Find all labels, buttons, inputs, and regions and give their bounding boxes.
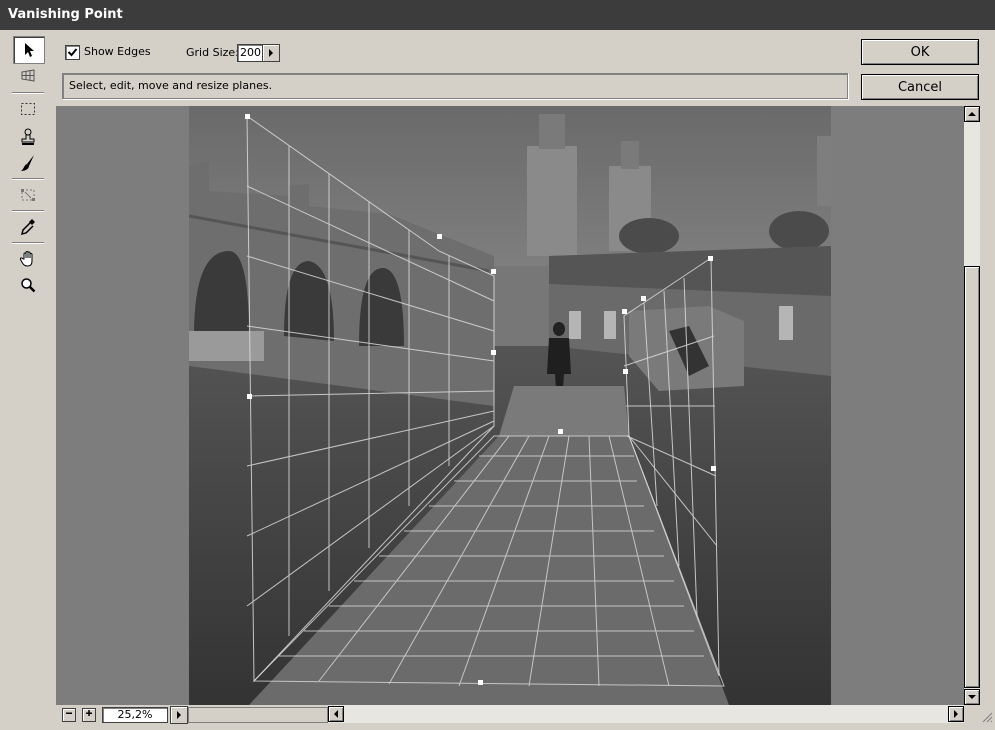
- vanishing-point-dialog: Vanishing Point Show Edges Grid Size: 20…: [0, 0, 995, 730]
- tool-palette: [10, 36, 46, 726]
- scene-illustration: [189, 106, 831, 705]
- grid-size-label: Grid Size:: [186, 46, 239, 59]
- hand-icon: [19, 250, 33, 267]
- status-text: Select, edit, move and resize planes.: [69, 79, 273, 92]
- arrow-up-icon: [968, 112, 976, 116]
- triangle-right-icon: [177, 711, 181, 719]
- zoom-tool[interactable]: [13, 272, 43, 298]
- title-bar: Vanishing Point: [0, 0, 995, 30]
- zoom-dropdown-button[interactable]: [170, 706, 188, 724]
- photo-preview[interactable]: [189, 106, 831, 705]
- horizontal-scroll-track[interactable]: [188, 707, 328, 723]
- edit-plane-tool[interactable]: [13, 36, 45, 64]
- minus-icon: [66, 712, 72, 714]
- vertical-scroll-thumb[interactable]: [964, 266, 980, 688]
- cancel-button[interactable]: Cancel: [861, 74, 979, 100]
- horizontal-scrollbar[interactable]: [328, 705, 964, 723]
- checkmark-icon: [67, 48, 78, 57]
- create-plane-tool[interactable]: [13, 63, 43, 89]
- arrow-left-icon: [334, 710, 338, 718]
- marquee-icon: [21, 103, 35, 115]
- eyedropper-icon: [20, 219, 35, 236]
- resize-grip[interactable]: [980, 706, 994, 724]
- plus-icon: [86, 710, 92, 716]
- arrow-select-icon: [25, 43, 34, 57]
- scroll-up-button[interactable]: [964, 106, 980, 122]
- brush-tool[interactable]: [13, 150, 43, 176]
- show-edges-checkbox[interactable]: [65, 45, 80, 60]
- window-title: Vanishing Point: [8, 7, 123, 22]
- transform-icon: [21, 189, 35, 201]
- resize-grip-icon: [982, 712, 993, 723]
- marquee-tool[interactable]: [13, 96, 43, 122]
- vertical-scrollbar[interactable]: [964, 106, 980, 705]
- create-plane-icon: [21, 69, 35, 82]
- arrow-down-icon: [968, 695, 976, 699]
- show-edges-label: Show Edges: [84, 45, 151, 58]
- grid-size-input[interactable]: 200: [237, 44, 263, 62]
- grid-size-dropdown-button[interactable]: [262, 44, 280, 62]
- stamp-tool[interactable]: [13, 124, 43, 150]
- eyedropper-tool[interactable]: [13, 214, 43, 240]
- preview-canvas[interactable]: [56, 106, 964, 705]
- transform-tool[interactable]: [13, 182, 43, 208]
- ok-button[interactable]: OK: [861, 39, 979, 65]
- status-bar: Select, edit, move and resize planes.: [62, 73, 848, 99]
- zoom-bar: 25,2%: [56, 705, 980, 724]
- brush-icon: [21, 155, 34, 171]
- zoom-icon: [21, 278, 36, 293]
- scroll-left-button[interactable]: [328, 706, 344, 722]
- zoom-in-button[interactable]: [82, 708, 96, 722]
- zoom-out-button[interactable]: [62, 708, 76, 722]
- hand-tool[interactable]: [13, 246, 43, 272]
- zoom-level-field[interactable]: 25,2%: [102, 707, 168, 723]
- scroll-down-button[interactable]: [964, 689, 980, 705]
- arrow-right-icon: [954, 710, 958, 718]
- triangle-right-icon: [269, 49, 273, 57]
- scroll-right-button[interactable]: [948, 706, 964, 722]
- stamp-icon: [21, 128, 35, 145]
